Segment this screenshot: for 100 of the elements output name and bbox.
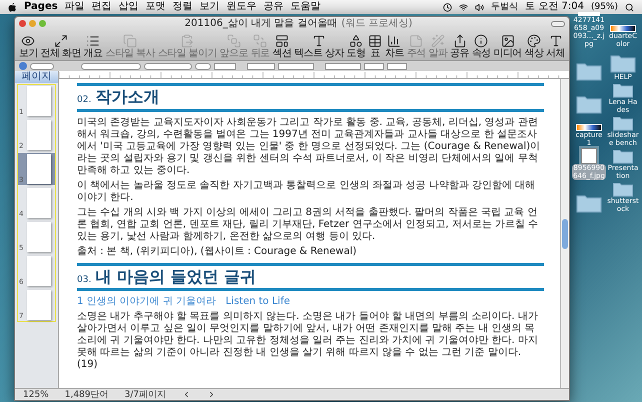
page-preview xyxy=(27,256,51,286)
note-icon xyxy=(409,34,424,48)
section-title: 내 마음의 들었던 글귀 xyxy=(95,266,256,286)
wifi-icon[interactable] xyxy=(459,2,468,12)
section-title: 작가소개 xyxy=(95,87,160,107)
font-style-popup[interactable] xyxy=(144,62,192,70)
columns-popup[interactable] xyxy=(364,62,384,70)
menu-item[interactable]: 도움말 xyxy=(290,0,321,14)
page-preview xyxy=(27,120,51,150)
toolbar-button[interactable]: 색상 xyxy=(524,34,544,59)
toolbar-button[interactable]: 차트 xyxy=(385,34,404,59)
layout-icon xyxy=(274,34,289,48)
section-number: 02. xyxy=(77,94,92,107)
toolbar-button[interactable]: 전체 화면 xyxy=(40,34,81,59)
page-count: 3/7페이지 xyxy=(124,388,166,400)
image-strip-thumbnail[interactable] xyxy=(610,25,636,32)
toolbar-button[interactable]: 미디어 xyxy=(493,34,522,59)
photo-thumbnail[interactable] xyxy=(578,12,600,16)
font-icon xyxy=(548,34,563,48)
palette-icon xyxy=(526,34,541,48)
document-thumbnail[interactable] xyxy=(581,148,597,164)
folder-icon[interactable] xyxy=(576,94,602,114)
send-back-icon xyxy=(253,34,268,48)
text-icon xyxy=(312,34,326,48)
alignment-buttons[interactable] xyxy=(278,62,314,70)
folder-icon[interactable] xyxy=(610,82,636,98)
menu-item[interactable]: 파일 xyxy=(64,0,85,14)
toolbar-button[interactable]: 텍스트 상자 xyxy=(294,34,344,59)
bring-front-icon xyxy=(226,34,241,48)
share-icon xyxy=(452,34,466,48)
body-paragraph: 그는 수십 개의 시와 백 가지 이상의 에세이 그리고 8권의 서적을 출판했다. 팔머의 작품은 국립 교육 언론 협회, 연합 교회 언론, 덴포트 재단, 릴리 기부재단, Fetzer 연구소에서 인정되고, 저서로는 가르칠 수 있는 용기, 낯선 사람과 함께하기, 온전한 삶으로의 여행 등이 있다. xyxy=(77,206,540,242)
menu-item[interactable]: 보기 xyxy=(200,0,220,14)
folder-icon[interactable] xyxy=(610,53,636,73)
font-family-popup[interactable] xyxy=(81,62,141,70)
folder-icon[interactable] xyxy=(610,181,636,197)
folder-icon[interactable] xyxy=(610,148,636,164)
toolbar-button[interactable]: 보기 xyxy=(19,34,38,59)
toolbar-button[interactable]: 도형 xyxy=(346,34,366,59)
table-icon xyxy=(368,34,382,48)
toolbar-button[interactable]: 섹션 xyxy=(272,34,292,59)
page-preview xyxy=(27,222,51,252)
page-preview xyxy=(27,290,51,320)
search-icon[interactable] xyxy=(625,2,634,12)
input-method[interactable]: 두벌식 xyxy=(491,0,518,14)
page-preview xyxy=(27,188,51,218)
bar-chart-icon xyxy=(387,34,402,48)
apple-icon[interactable] xyxy=(8,2,17,12)
body-paragraph: 출처 : 본 책, (위키피디아), (웹사이트 : Courage & Renewal) xyxy=(77,246,358,258)
word-count: 1,489단어 xyxy=(64,388,108,400)
folder-icon[interactable] xyxy=(576,193,602,213)
scroll-thumb[interactable] xyxy=(562,218,568,248)
menu-item[interactable]: 정렬 xyxy=(172,0,193,14)
window-title-suffix: (워드 프로세싱) xyxy=(341,17,412,30)
eye-icon xyxy=(21,34,36,48)
list-popup[interactable] xyxy=(387,62,407,70)
menu-item[interactable]: 윈도우 xyxy=(226,0,257,14)
style-popup[interactable] xyxy=(30,62,54,70)
close-button[interactable] xyxy=(19,20,26,27)
toolbar-button[interactable]: 개요 xyxy=(84,34,103,59)
toolbar-button[interactable]: 서체 xyxy=(546,34,565,59)
body-paragraph: 이 책에서는 놀라울 정도로 솔직한 자기고백과 통찰력으로 인생의 좌절과 성공 나약함과 강인함에 대해 이야기 한다. xyxy=(77,180,536,204)
app-menu[interactable]: Pages xyxy=(24,0,58,14)
image-strip-thumbnail[interactable] xyxy=(576,124,602,131)
clipboard-icon xyxy=(180,34,194,48)
toolbar-button[interactable]: 표 xyxy=(368,34,382,59)
body-paragraph: 미국의 존경받는 교육지도자이자 사회운동가 그리고 작가로 활동 중. 교육, 공동체, 리더십, 영성과 관련해서 워크숍, 강의, 수련활동을 벌여온 그는 1997년 전미 교육관계자들과 교사들 대상으로 한 설문조사에서 '미국 고등교육에 가장 영향력 있는 인물' 중 한 명으로 선정되었다. 그는 (Courage & Renewal)이라는 곳의 설립자와 용기 및 갱신을 위한 센터의 수석 파트너로서, 이 작은 비영리 단체에서의 일에 무척 만족해 하고 있는 중이다. xyxy=(77,116,542,176)
toolbar-button[interactable]: 속성 xyxy=(472,34,491,59)
text-style-buttons[interactable] xyxy=(247,62,275,70)
shapes-icon xyxy=(348,34,363,48)
wand-icon xyxy=(430,34,445,48)
toolbar-toggle-button[interactable] xyxy=(551,20,565,26)
styles-drawer-button[interactable] xyxy=(19,62,27,70)
section-number: 03. xyxy=(77,274,92,286)
font-size-popup[interactable] xyxy=(195,62,211,70)
page-preview xyxy=(27,154,51,184)
page-preview xyxy=(27,86,51,116)
subheading: 1 인생의 이야기에 귀 기울여라 Listen to Life xyxy=(77,296,292,308)
menu-item[interactable]: 삽입 xyxy=(118,0,139,14)
battery-status[interactable]: (95%) xyxy=(590,0,618,14)
volume-icon[interactable] xyxy=(475,2,484,12)
toolbar-button[interactable]: 공유 xyxy=(450,34,469,59)
menu-item[interactable]: 공유 xyxy=(264,0,284,14)
copy-icon xyxy=(123,34,138,48)
folder-icon[interactable] xyxy=(610,115,636,131)
expand-icon xyxy=(54,34,68,48)
info-icon xyxy=(474,34,488,48)
time-machine-icon[interactable] xyxy=(443,2,452,12)
menu-item[interactable]: 편집 xyxy=(92,0,112,14)
zoom-level[interactable]: 125% xyxy=(23,388,49,400)
vertical-scrollbar[interactable] xyxy=(560,79,569,388)
spacing-popup[interactable] xyxy=(325,62,361,70)
image-icon xyxy=(500,34,515,48)
body-paragraph: 소명은 내가 추구해야 할 목표를 의미하지 않는다. 소명은 내가 들어야 할 내면의 부름의 소리이다. 내가 살아가면서 이루고 싶은 일이 무엇인지를 말하기에 앞서, 내가 어떤 존재인지를 말해 주는 내 인생의 목소리에 귀 기울여야만 한다. 나만의 고유한 정체성을 일러 주는 진리와 가치에 귀 기울여야만 한다. 마지못해 따르는 삶의 기준이 아니라 진정한 내 인생을 살기 위해 따르지 않을 수 없는 그런 기준 말이다. (19) xyxy=(77,311,539,371)
zoom-button[interactable] xyxy=(39,20,46,27)
folder-icon[interactable] xyxy=(576,61,602,81)
sidebar-title: 페이지 xyxy=(15,71,58,83)
menu-clock[interactable]: 토 오전 7:04 xyxy=(525,0,584,14)
text-color-well[interactable] xyxy=(214,62,236,70)
window-title: 201106_삶이 내게 말을 걸어올때 xyxy=(184,17,338,30)
menu-item[interactable]: 포맷 xyxy=(146,0,166,14)
